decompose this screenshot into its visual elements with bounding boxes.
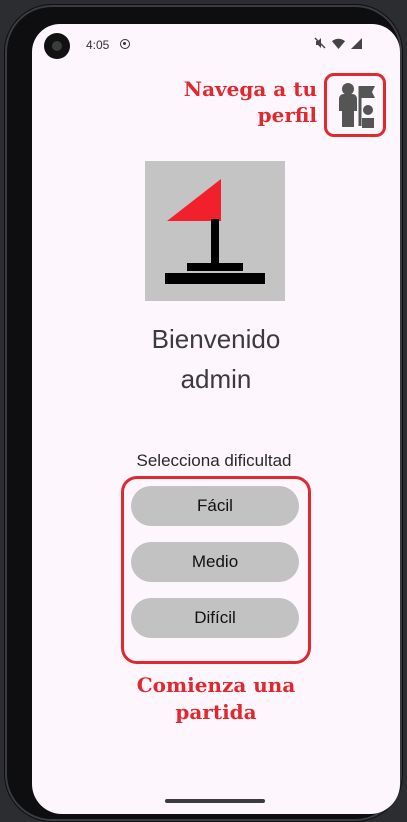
difficulty-label: Selecciona dificultad xyxy=(136,451,292,470)
start-annotation: Comienza una partida xyxy=(32,672,400,726)
mute-icon xyxy=(314,37,326,49)
gesture-nav-handle[interactable] xyxy=(165,799,265,803)
status-time: 4:05 xyxy=(86,38,110,52)
easy-button[interactable]: Fácil xyxy=(131,486,299,526)
camera-icon xyxy=(44,33,70,59)
app-screen: 4:05 Navega a tu perfil Bienvenido admin… xyxy=(32,24,400,814)
profile-annotation-line1: Navega a tu xyxy=(183,77,317,101)
start-annotation-line1: Comienza una xyxy=(136,673,296,697)
status-bar: 4:05 xyxy=(32,24,400,68)
profile-flag-icon xyxy=(339,83,375,128)
profile-annotation: Navega a tu perfil xyxy=(177,76,317,128)
welcome-title: Bienvenido xyxy=(151,324,281,354)
welcome-username: admin xyxy=(180,364,252,394)
signal-icon xyxy=(351,37,362,49)
hard-button[interactable]: Difícil xyxy=(131,598,299,638)
start-annotation-line2: partida xyxy=(175,700,257,724)
status-icons xyxy=(314,37,362,49)
golf-flag-logo xyxy=(165,179,265,284)
profile-annotation-line2: perfil xyxy=(257,103,317,127)
medium-button[interactable]: Medio xyxy=(131,542,299,582)
app-logo xyxy=(145,161,285,301)
wifi-icon xyxy=(332,38,345,49)
profile-button[interactable] xyxy=(334,80,380,130)
sync-icon xyxy=(120,39,130,49)
